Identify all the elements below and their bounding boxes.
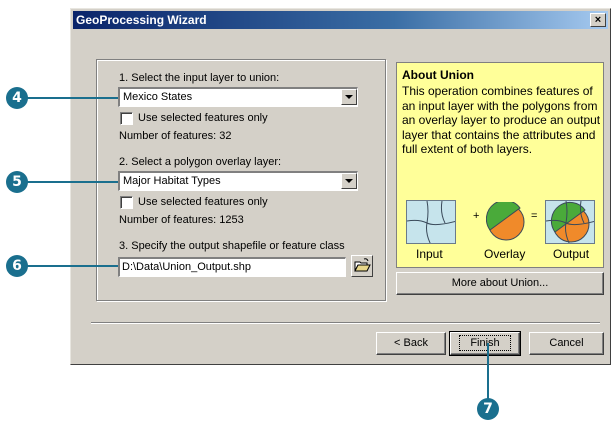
figure-plus: +: [473, 210, 480, 222]
more-about-union-button[interactable]: More about Union...: [396, 272, 604, 295]
separator: [91, 322, 600, 324]
figure-equals: =: [531, 210, 538, 222]
output-path-input[interactable]: D:\Data\Union_Output.shp: [118, 257, 346, 277]
overlay-figure: [486, 202, 525, 241]
callout-6-line: [26, 265, 118, 267]
back-button[interactable]: < Back: [376, 332, 446, 355]
input-layer-combo[interactable]: Mexico States: [118, 87, 358, 107]
finish-button-label: Finish: [459, 335, 511, 351]
open-folder-icon: [354, 258, 371, 272]
finish-button[interactable]: Finish: [449, 331, 521, 356]
callout-4-line: [26, 97, 118, 99]
callout-7-line: [487, 343, 489, 399]
step2-checkbox-label: Use selected features only: [138, 196, 268, 208]
callout-5: 5: [6, 171, 28, 193]
geoprocessing-wizard-dialog: GeoProcessing Wizard × 1. Select the inp…: [70, 8, 611, 365]
window-title: GeoProcessing Wizard: [76, 13, 207, 27]
input-figure: [406, 200, 456, 244]
step3-label: 3. Specify the output shapefile or featu…: [119, 240, 345, 252]
step1-selected-only-checkbox[interactable]: [120, 112, 133, 125]
figure-output-label: Output: [553, 247, 590, 261]
title-bar: GeoProcessing Wizard ×: [73, 11, 608, 29]
close-button[interactable]: ×: [590, 13, 606, 27]
callout-4: 4: [6, 87, 28, 109]
cancel-button[interactable]: Cancel: [529, 332, 604, 355]
overlay-layer-value: Major Habitat Types: [123, 175, 221, 187]
chevron-down-icon[interactable]: [341, 89, 357, 105]
figure-input-label: Input: [416, 247, 443, 261]
figure-overlay-label: Overlay: [484, 247, 526, 261]
input-layer-value: Mexico States: [123, 91, 193, 103]
about-description: This operation combines features of an i…: [402, 84, 601, 156]
chevron-down-icon[interactable]: [341, 173, 357, 189]
about-heading: About Union: [402, 68, 474, 82]
step2-label: 2. Select a polygon overlay layer:: [119, 156, 282, 168]
about-union-panel: About Union This operation combines feat…: [396, 62, 604, 268]
step1-feature-count: Number of features: 32: [119, 130, 232, 142]
callout-5-line: [26, 181, 118, 183]
output-figure: [545, 200, 595, 244]
browse-button[interactable]: [351, 255, 373, 277]
step1-label: 1. Select the input layer to union:: [119, 72, 280, 84]
callout-7: 7: [477, 398, 499, 420]
overlay-layer-combo[interactable]: Major Habitat Types: [118, 171, 358, 191]
callout-6: 6: [6, 255, 28, 277]
step1-checkbox-label: Use selected features only: [138, 112, 268, 124]
step2-feature-count: Number of features: 1253: [119, 214, 244, 226]
step2-selected-only-checkbox[interactable]: [120, 196, 133, 209]
